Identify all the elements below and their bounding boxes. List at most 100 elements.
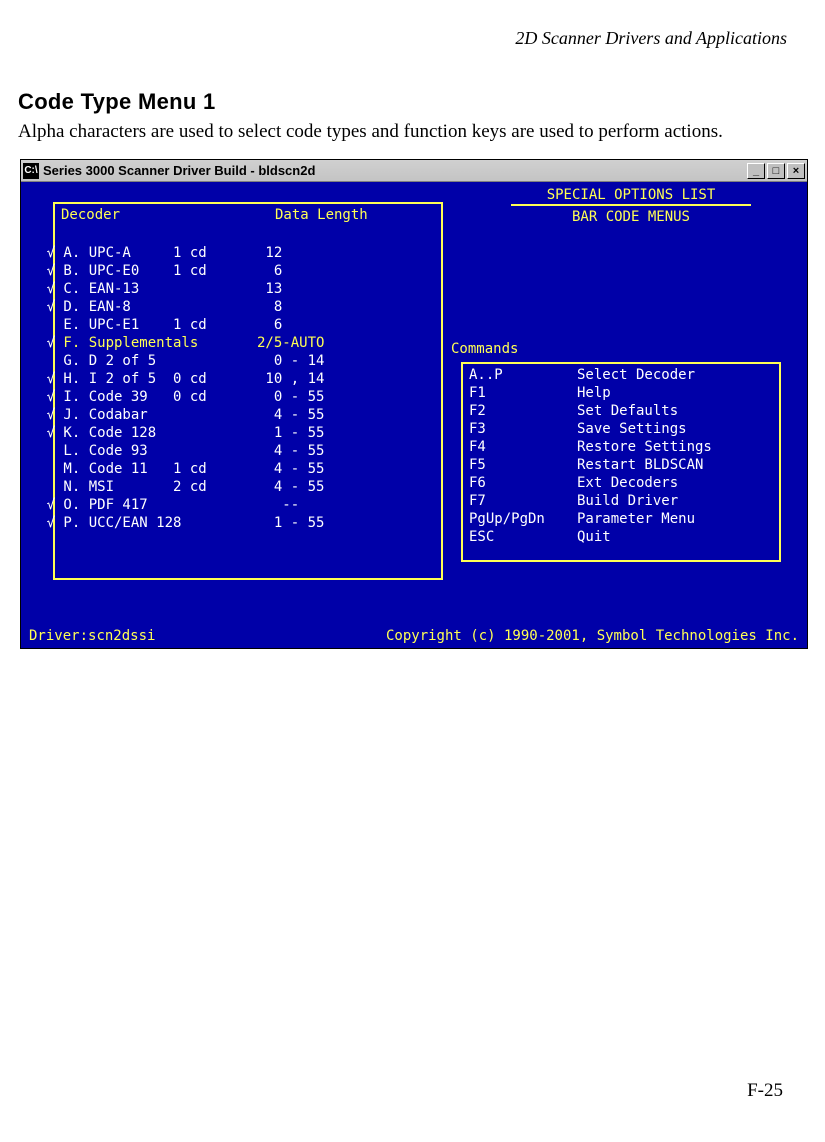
command-key[interactable]: F1 <box>469 384 577 402</box>
command-row: ESCQuit <box>469 528 773 546</box>
command-row: F5Restart BLDSCAN <box>469 456 773 474</box>
decoder-name: E. UPC-E1 1 cd <box>55 316 257 334</box>
intro-text: Alpha characters are used to select code… <box>18 121 787 143</box>
command-action: Parameter Menu <box>577 510 695 528</box>
decoder-header-length: Data Length <box>275 206 368 224</box>
command-key[interactable]: F4 <box>469 438 577 456</box>
running-head: 2D Scanner Drivers and Applications <box>18 28 787 49</box>
decoder-checkmark <box>35 460 55 478</box>
command-key[interactable]: F7 <box>469 492 577 510</box>
decoder-row[interactable]: √ A. UPC-A 1 cd 12 <box>61 244 435 262</box>
decoder-row[interactable]: G. D 2 of 5 0 - 14 <box>61 352 435 370</box>
window-title: Series 3000 Scanner Driver Build - bldsc… <box>43 163 745 178</box>
decoder-checkmark: √ <box>35 334 55 352</box>
decoder-name: O. PDF 417 <box>55 496 257 514</box>
command-row: PgUp/PgDnParameter Menu <box>469 510 773 528</box>
command-action: Restore Settings <box>577 438 712 456</box>
command-key[interactable]: ESC <box>469 528 577 546</box>
decoder-checkmark <box>35 478 55 496</box>
commands-panel: A..PSelect DecoderF1HelpF2Set DefaultsF3… <box>461 362 781 562</box>
command-key[interactable]: PgUp/PgDn <box>469 510 577 528</box>
decoder-header-name: Decoder <box>61 206 275 224</box>
command-key[interactable]: A..P <box>469 366 577 384</box>
system-menu-icon[interactable]: C:\ <box>23 163 39 179</box>
decoder-length: 1 - 55 <box>257 424 367 442</box>
command-key[interactable]: F6 <box>469 474 577 492</box>
command-row: F6Ext Decoders <box>469 474 773 492</box>
decoder-length: 0 - 14 <box>257 352 367 370</box>
maximize-button[interactable]: □ <box>767 163 785 179</box>
decoder-panel: Decoder Data Length √ A. UPC-A 1 cd 12√ … <box>53 202 443 580</box>
decoder-length: 1 - 55 <box>257 514 367 532</box>
decoder-name: B. UPC-E0 1 cd <box>55 262 257 280</box>
decoder-length: 0 - 55 <box>257 388 367 406</box>
decoder-row[interactable]: M. Code 11 1 cd 4 - 55 <box>61 460 435 478</box>
command-action: Ext Decoders <box>577 474 678 492</box>
decoder-length: -- <box>257 496 367 514</box>
decoder-row[interactable]: √ F. Supplementals2/5-AUTO <box>61 334 435 352</box>
minimize-button[interactable]: _ <box>747 163 765 179</box>
dos-window: C:\ Series 3000 Scanner Driver Build - b… <box>20 159 808 649</box>
command-action: Restart BLDSCAN <box>577 456 703 474</box>
decoder-length: 4 - 55 <box>257 406 367 424</box>
decoder-name: I. Code 39 0 cd <box>55 388 257 406</box>
decoder-length: 4 - 55 <box>257 478 367 496</box>
decoder-row[interactable]: √ C. EAN-13 13 <box>61 280 435 298</box>
driver-label: Driver: <box>29 627 88 645</box>
decoder-length: 12 <box>257 244 367 262</box>
decoder-row[interactable]: √ H. I 2 of 5 0 cd 10 , 14 <box>61 370 435 388</box>
decoder-length: 4 - 55 <box>257 442 367 460</box>
decoder-row[interactable]: √ D. EAN-8 8 <box>61 298 435 316</box>
decoder-length: 8 <box>257 298 367 316</box>
options-heading: SPECIAL OPTIONS LIST BAR CODE MENUS <box>476 186 786 226</box>
decoder-name: F. Supplementals <box>55 334 257 352</box>
close-button[interactable]: × <box>787 163 805 179</box>
decoder-name: L. Code 93 <box>55 442 257 460</box>
options-rule <box>511 204 751 206</box>
command-key[interactable]: F3 <box>469 420 577 438</box>
decoder-row[interactable]: √ J. Codabar 4 - 55 <box>61 406 435 424</box>
command-row: F7Build Driver <box>469 492 773 510</box>
decoder-checkmark <box>35 352 55 370</box>
decoder-length: 13 <box>257 280 367 298</box>
command-key[interactable]: F2 <box>469 402 577 420</box>
command-row: F1Help <box>469 384 773 402</box>
decoder-row[interactable]: √ I. Code 39 0 cd 0 - 55 <box>61 388 435 406</box>
command-action: Select Decoder <box>577 366 695 384</box>
decoder-name: P. UCC/EAN 128 <box>55 514 257 532</box>
decoder-row[interactable]: E. UPC-E1 1 cd 6 <box>61 316 435 334</box>
decoder-length: 2/5-AUTO <box>257 334 367 352</box>
decoder-row[interactable]: N. MSI 2 cd 4 - 55 <box>61 478 435 496</box>
decoder-row[interactable]: √ K. Code 128 1 - 55 <box>61 424 435 442</box>
decoder-name: A. UPC-A 1 cd <box>55 244 257 262</box>
decoder-checkmark: √ <box>35 496 55 514</box>
decoder-checkmark: √ <box>35 262 55 280</box>
decoder-checkmark: √ <box>35 370 55 388</box>
decoder-name: G. D 2 of 5 <box>55 352 257 370</box>
section-title: Code Type Menu 1 <box>18 89 787 115</box>
decoder-name: N. MSI 2 cd <box>55 478 257 496</box>
decoder-checkmark: √ <box>35 244 55 262</box>
command-row: A..PSelect Decoder <box>469 366 773 384</box>
decoder-name: D. EAN-8 <box>55 298 257 316</box>
decoder-name: H. I 2 of 5 0 cd <box>55 370 257 388</box>
decoder-row[interactable]: √ P. UCC/EAN 128 1 - 55 <box>61 514 435 532</box>
decoder-name: C. EAN-13 <box>55 280 257 298</box>
decoder-row[interactable]: L. Code 93 4 - 55 <box>61 442 435 460</box>
decoder-row[interactable]: √ B. UPC-E0 1 cd 6 <box>61 262 435 280</box>
options-subtitle: BAR CODE MENUS <box>476 208 786 226</box>
command-key[interactable]: F5 <box>469 456 577 474</box>
decoder-name: J. Codabar <box>55 406 257 424</box>
decoder-checkmark: √ <box>35 514 55 532</box>
decoder-checkmark <box>35 442 55 460</box>
decoder-row[interactable]: √ O. PDF 417 -- <box>61 496 435 514</box>
titlebar: C:\ Series 3000 Scanner Driver Build - b… <box>21 160 807 182</box>
command-action: Set Defaults <box>577 402 678 420</box>
decoder-checkmark: √ <box>35 280 55 298</box>
driver-name: scn2dssi <box>88 627 155 645</box>
command-action: Quit <box>577 528 611 546</box>
command-action: Help <box>577 384 611 402</box>
command-action: Save Settings <box>577 420 687 438</box>
options-title: SPECIAL OPTIONS LIST <box>476 186 786 204</box>
decoder-length: 6 <box>257 316 367 334</box>
